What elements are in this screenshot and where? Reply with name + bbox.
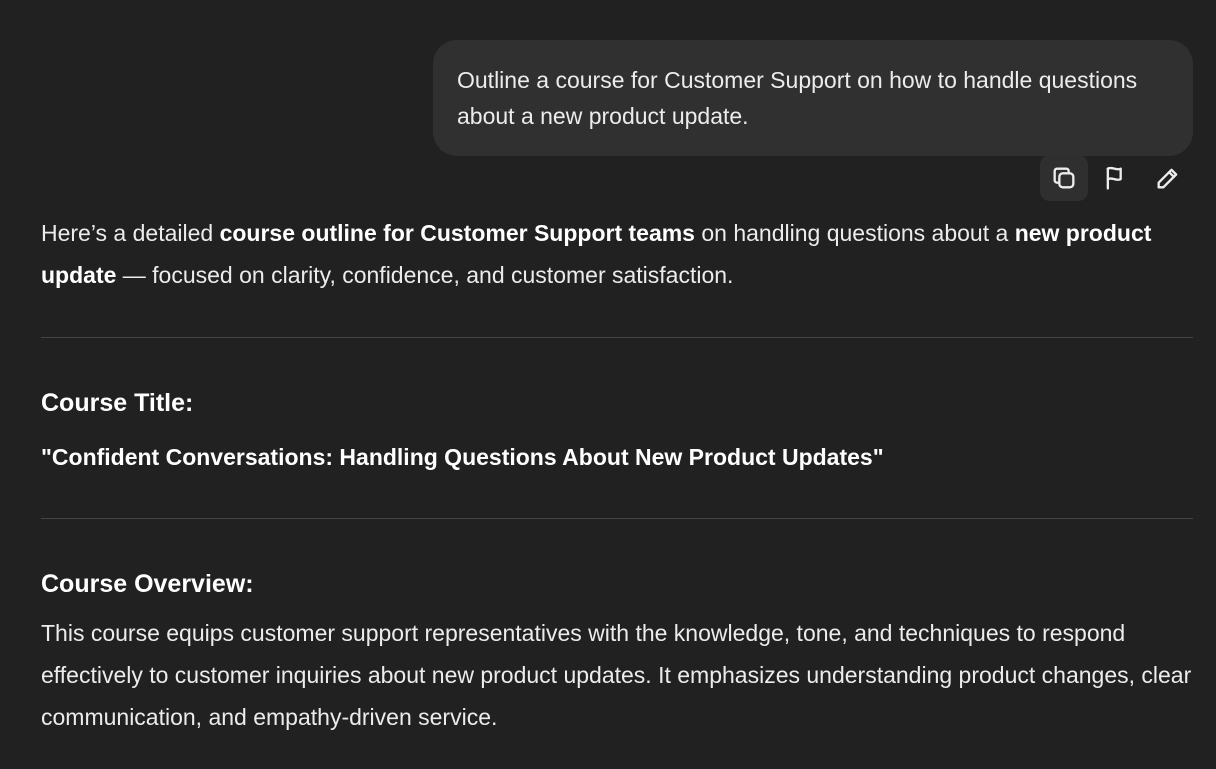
response-intro: Here’s a detailed course outline for Cus… — [41, 212, 1193, 296]
edit-button[interactable] — [1144, 155, 1192, 201]
user-message-bubble: Outline a course for Customer Support on… — [433, 40, 1193, 156]
course-overview-heading: Course Overview: — [41, 570, 254, 598]
course-title-heading: Course Title: — [41, 389, 194, 417]
edit-icon — [1157, 168, 1178, 189]
assistant-response: Here’s a detailed course outline for Cus… — [41, 212, 1193, 738]
report-button[interactable] — [1092, 155, 1140, 201]
intro-text-2: on handling questions about a — [694, 220, 1015, 246]
course-overview-text: This course equips customer support repr… — [41, 620, 1192, 730]
course-title: "Confident Conversations: Handling Quest… — [41, 444, 884, 470]
copy-icon — [1053, 167, 1075, 189]
intro-text-3: — focused on clarity, confidence, and cu… — [116, 262, 734, 288]
intro-text-1: Here’s a detailed — [41, 220, 220, 246]
flag-icon — [1106, 166, 1122, 190]
message-actions — [1040, 155, 1192, 201]
divider — [41, 337, 1193, 338]
intro-bold-1: course outline for Customer Support team… — [219, 220, 695, 246]
divider — [41, 518, 1193, 519]
user-message-text: Outline a course for Customer Support on… — [457, 67, 1138, 129]
copy-button[interactable] — [1040, 155, 1088, 201]
